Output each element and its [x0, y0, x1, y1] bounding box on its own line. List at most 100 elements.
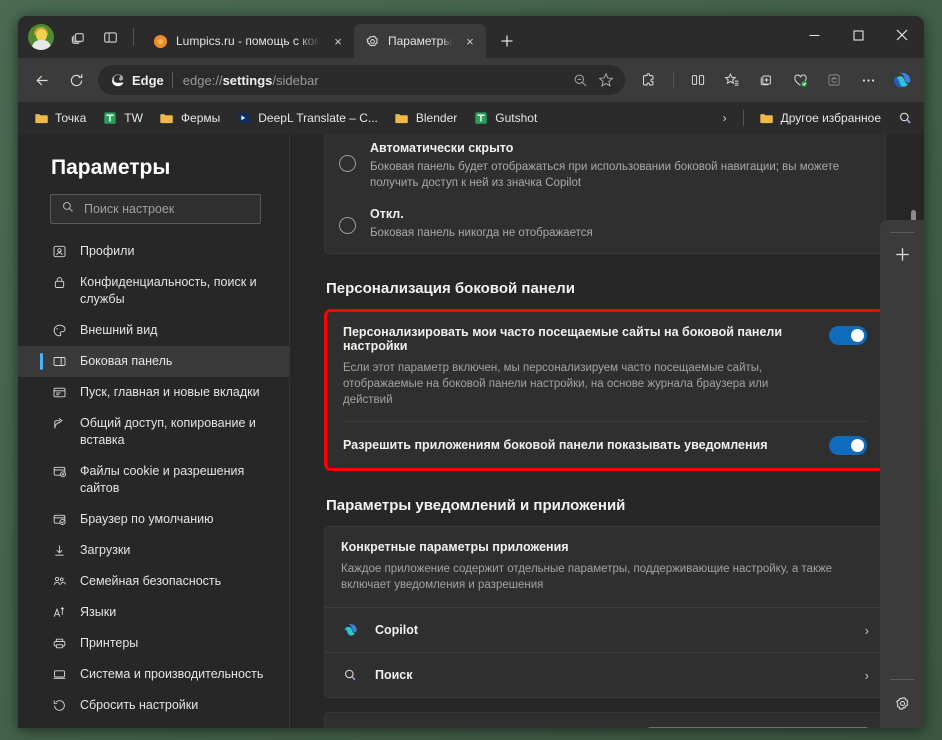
- nav-divider: [673, 71, 674, 89]
- bookmark-item[interactable]: DeepL Translate – C...: [229, 106, 385, 130]
- radio-title: Автоматически скрыто: [370, 141, 514, 155]
- toggle-row-personalize-sites[interactable]: Персонализировать мои часто посещаемые с…: [327, 312, 883, 421]
- maximize-button[interactable]: [836, 16, 880, 54]
- sidebar-item-start-home[interactable]: Пуск, главная и новые вкладки: [18, 377, 289, 408]
- search-input[interactable]: Поиск настроек: [50, 194, 261, 224]
- minimize-button[interactable]: [792, 16, 836, 54]
- sidebar-item-phone-devices[interactable]: Телефон и другие устройства: [18, 721, 289, 728]
- manage-site-notifications-button[interactable]: Управление уведомлениями сайта: [647, 727, 869, 728]
- tab-settings[interactable]: Параметры ×: [354, 24, 486, 58]
- url-suffix: /sidebar: [272, 72, 319, 88]
- sidebar-item-cookies[interactable]: Файлы cookie и разрешения сайтов: [18, 456, 289, 504]
- radio-option-off[interactable]: Откл. Боковая панель никогда не отобража…: [325, 203, 885, 253]
- toggle-row-allow-notifications[interactable]: Разрешить приложениям боковой панели пок…: [327, 422, 883, 468]
- bookmark-item[interactable]: Gutshot: [466, 106, 544, 130]
- app-row-search[interactable]: Поиск ›: [325, 653, 885, 697]
- bookmarks-overflow-button[interactable]: ›: [715, 107, 735, 129]
- tab-title: Lumpics.ru - помощь с компьютером: [176, 34, 320, 48]
- other-favorites-button[interactable]: Другое избранное: [752, 106, 888, 130]
- sidebar-item-appearance[interactable]: Внешний вид: [18, 315, 289, 346]
- star-icon[interactable]: [593, 67, 619, 93]
- radio-desc: Боковая панель будет отображаться при ис…: [370, 161, 840, 189]
- sidebar-item-languages[interactable]: Языки: [18, 597, 289, 628]
- sidebar-item-profiles[interactable]: Профили: [18, 236, 289, 267]
- languages-icon: [51, 604, 68, 621]
- radio-option-auto-hide[interactable]: Автоматически скрыто Боковая панель буде…: [325, 134, 885, 203]
- page-content: Параметры Поиск настроек Профили Конфиде…: [18, 134, 924, 728]
- omnibox[interactable]: Edge edge://settings/sidebar: [98, 65, 625, 95]
- search-icon[interactable]: [890, 105, 920, 131]
- system-icon: [51, 666, 68, 683]
- sidebar-item-label: Семейная безопасность: [80, 574, 222, 588]
- add-sidebar-app-button[interactable]: [887, 239, 917, 269]
- bookmark-item[interactable]: Blender: [387, 106, 464, 130]
- share-icon: [51, 415, 68, 432]
- sidebar-item-default-browser[interactable]: Браузер по умолчанию: [18, 504, 289, 535]
- reset-icon: [51, 697, 68, 714]
- tab-lumpics[interactable]: Lumpics.ru - помощь с компьютером ×: [142, 24, 354, 58]
- sidebar-item-label: Система и производительность: [80, 667, 264, 681]
- websites-row: Веб-сайты Управление уведомлениями сайта: [325, 713, 885, 728]
- bookmark-item[interactable]: TW: [95, 106, 150, 130]
- sidebar-item-share-copy-paste[interactable]: Общий доступ, копирование и вставка: [18, 408, 289, 456]
- sidebar-item-label: Внешний вид: [80, 323, 158, 337]
- folder-icon: [759, 110, 775, 126]
- gear-icon[interactable]: [887, 688, 917, 718]
- toggle-title: Персонализировать мои часто посещаемые с…: [343, 325, 783, 353]
- sidebar-item-reset-settings[interactable]: Сбросить настройки: [18, 690, 289, 721]
- sidebar-item-sidebar[interactable]: Боковая панель: [18, 346, 289, 377]
- bookmark-item[interactable]: Фермы: [152, 106, 227, 130]
- radio-button[interactable]: [339, 155, 356, 172]
- bookmark-item[interactable]: Точка: [26, 106, 93, 130]
- toggle-switch[interactable]: [829, 436, 867, 455]
- sidebar-item-family-safety[interactable]: Семейная безопасность: [18, 566, 289, 597]
- download-icon: [51, 542, 68, 559]
- reload-button[interactable]: [60, 64, 92, 96]
- favorites-icon[interactable]: [716, 64, 748, 96]
- extensions-icon[interactable]: [633, 64, 665, 96]
- search-icon: [61, 200, 75, 219]
- sidebar-item-privacy[interactable]: Конфиденциальность, поиск и службы: [18, 267, 289, 315]
- split-screen-icon[interactable]: [682, 64, 714, 96]
- tab-bar-divider: [133, 28, 134, 46]
- radio-button[interactable]: [339, 217, 356, 234]
- cookie-icon: [51, 463, 68, 480]
- close-icon[interactable]: ×: [328, 31, 348, 51]
- browser-essentials-icon[interactable]: [784, 64, 816, 96]
- close-icon[interactable]: ×: [460, 31, 480, 51]
- bookmark-label: Точка: [55, 111, 87, 125]
- sidebar-display-card: Автоматически скрыто Боковая панель буде…: [324, 134, 886, 254]
- new-tab-button[interactable]: [492, 26, 522, 56]
- card-desc: Каждое приложение содержит отдельные пар…: [341, 563, 833, 591]
- back-button[interactable]: [26, 64, 58, 96]
- toggle-switch[interactable]: [829, 326, 867, 345]
- bookmark-label: DeepL Translate – C...: [258, 111, 378, 125]
- avatar[interactable]: [28, 24, 54, 50]
- close-button[interactable]: [880, 16, 924, 54]
- app-settings-card: Конкретные параметры приложения Каждое п…: [324, 526, 886, 698]
- radio-title: Откл.: [370, 207, 404, 221]
- app-row-copilot[interactable]: Copilot ›: [325, 608, 885, 652]
- bookmark-label: TW: [124, 111, 143, 125]
- tab-actions-icon[interactable]: [95, 22, 125, 52]
- toggle-desc: Если этот параметр включен, мы персонали…: [343, 362, 769, 406]
- sidebar-item-system-performance[interactable]: Система и производительность: [18, 659, 289, 690]
- edge-icon: [108, 71, 126, 89]
- tab-bar-left-controls: [18, 16, 142, 58]
- sidebar-item-downloads[interactable]: Загрузки: [18, 535, 289, 566]
- copilot-icon: [341, 621, 359, 639]
- profile-e-icon[interactable]: [818, 64, 850, 96]
- zoom-out-icon[interactable]: [567, 67, 593, 93]
- collections-icon[interactable]: [750, 64, 782, 96]
- appearance-icon: [51, 322, 68, 339]
- settings-more-icon[interactable]: [852, 64, 884, 96]
- settings-scroll-area: Автоматически скрыто Боковая панель буде…: [290, 134, 924, 728]
- folder-icon: [33, 110, 49, 126]
- settings-nav-list: Профили Конфиденциальность, поиск и служ…: [18, 234, 289, 728]
- sidebar-item-printers[interactable]: Принтеры: [18, 628, 289, 659]
- bookmarks-bar: Точка TW Фермы DeepL Translate – C... Bl…: [18, 102, 924, 134]
- settings-main-pane: Автоматически скрыто Боковая панель буде…: [290, 134, 924, 728]
- bookmark-label: Gutshot: [495, 111, 538, 125]
- workspaces-icon[interactable]: [63, 22, 93, 52]
- copilot-icon[interactable]: [886, 64, 918, 96]
